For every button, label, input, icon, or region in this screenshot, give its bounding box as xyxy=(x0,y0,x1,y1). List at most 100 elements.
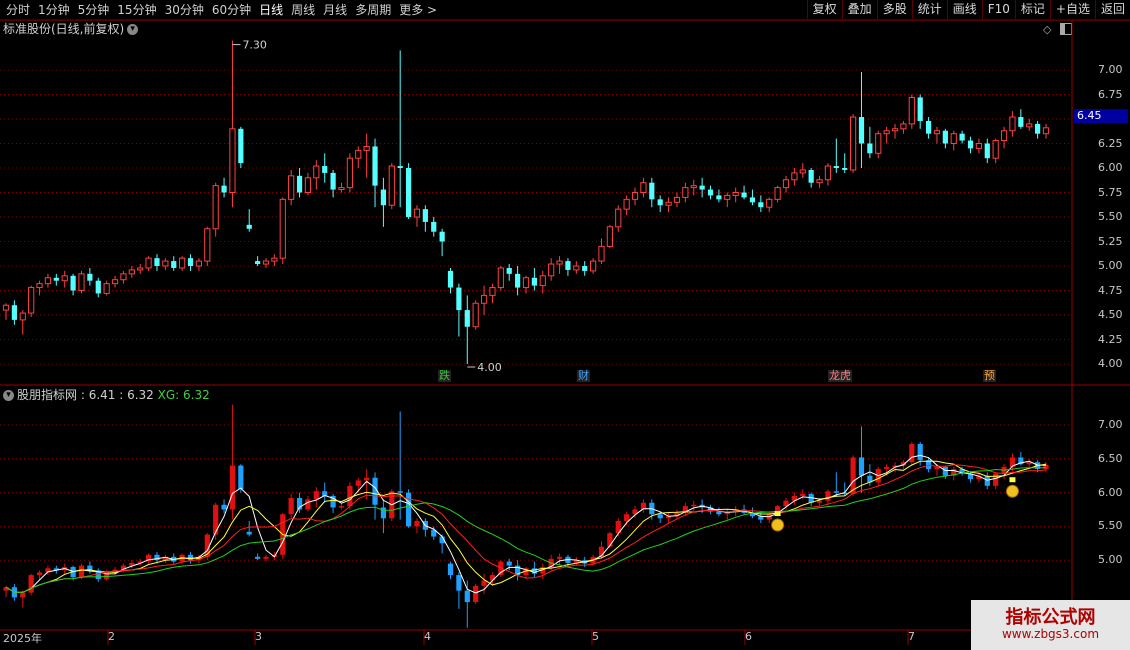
watermark-url: www.zbgs3.com xyxy=(1001,627,1100,641)
ind-candle-body xyxy=(691,504,697,507)
site-watermark: 指标公式网 www.zbgs3.com xyxy=(971,600,1130,650)
main-candle-body xyxy=(380,189,387,206)
x-axis-label: 6 xyxy=(745,630,752,643)
main-candle-body xyxy=(2,304,10,311)
main-candle-body xyxy=(53,277,59,281)
x-axis-label: 3 xyxy=(255,630,262,643)
main-candle-body xyxy=(925,120,932,134)
main-candle-body xyxy=(229,128,236,194)
main-candle-body xyxy=(791,172,798,181)
main-candle-body xyxy=(137,267,144,271)
main-candle-body xyxy=(171,261,177,268)
main-candle-body xyxy=(431,221,437,232)
main-candle-body xyxy=(1009,116,1016,132)
main-candle-body xyxy=(665,201,672,206)
y-tick-label: 7.00 xyxy=(1098,418,1123,431)
main-candle-body xyxy=(908,96,915,125)
ind-candle-body xyxy=(221,504,227,510)
main-candle-body xyxy=(111,279,119,285)
ind-candle-body xyxy=(347,485,353,507)
event-marker[interactable]: 财 xyxy=(577,370,590,382)
money-bag-icon xyxy=(1005,484,1019,498)
main-candle-body xyxy=(338,187,345,191)
ind-candle-body xyxy=(355,480,361,486)
main-candle-body xyxy=(673,196,681,203)
main-candle-body xyxy=(682,187,689,198)
main-candle-body xyxy=(87,273,93,281)
main-candle-body xyxy=(556,260,563,265)
main-candle-body xyxy=(61,275,68,282)
main-candle-body xyxy=(78,273,85,291)
main-candle-body xyxy=(623,198,630,210)
ind-candle-body xyxy=(414,520,420,527)
main-candle-body xyxy=(447,270,454,288)
ind-candle-body xyxy=(238,465,244,490)
main-candle-body xyxy=(405,168,412,217)
main-candle-body xyxy=(1042,127,1050,135)
x-axis-label: 7 xyxy=(908,630,915,643)
main-candle-body xyxy=(255,261,261,265)
main-candle-body xyxy=(992,140,999,159)
ind-candle-body xyxy=(364,477,370,481)
kline-chart[interactable]: 7.30 4.00 xyxy=(0,0,1130,650)
main-candle-body xyxy=(313,165,320,179)
main-candle-body xyxy=(606,226,613,247)
main-candle-body xyxy=(883,130,890,135)
main-candle-body xyxy=(70,275,76,291)
main-candle-body xyxy=(397,166,403,168)
main-candle-body xyxy=(967,140,974,149)
ind-candle-body xyxy=(305,499,311,510)
main-candle-body xyxy=(44,277,52,285)
main-candle-body xyxy=(565,261,571,270)
ind-candle-body xyxy=(456,575,462,591)
main-candle-body xyxy=(439,231,445,242)
main-candle-body xyxy=(657,199,663,206)
ind-candle-body xyxy=(607,533,613,547)
main-candle-body xyxy=(363,145,370,151)
ind-candle-body xyxy=(858,457,865,476)
main-candle-body xyxy=(959,133,965,141)
main-candle-body xyxy=(154,258,160,266)
ind-candle-body xyxy=(624,514,630,521)
ind-candle-body xyxy=(800,493,806,496)
main-candle-body xyxy=(372,146,378,186)
signal-marker xyxy=(1009,477,1016,483)
ind-candle-body xyxy=(255,556,261,559)
main-candle-body xyxy=(355,149,362,159)
main-candle-body xyxy=(212,185,219,230)
ind-candle-body xyxy=(187,554,194,561)
ind-candle-body xyxy=(246,531,252,535)
main-candle-body xyxy=(36,283,43,289)
main-candle-body xyxy=(774,187,781,200)
main-candle-body xyxy=(917,97,923,121)
main-candle-body xyxy=(849,116,857,171)
money-bag-icon xyxy=(771,518,785,532)
main-candle-body xyxy=(640,182,647,193)
ind-candle-body xyxy=(917,443,923,461)
main-candle-body xyxy=(145,257,152,269)
event-marker[interactable]: 龙虎 xyxy=(828,370,852,382)
main-candle-body xyxy=(749,197,756,203)
ind-candle-body xyxy=(78,565,85,578)
event-marker[interactable]: 预 xyxy=(983,370,996,382)
main-candle-body xyxy=(330,172,336,190)
main-candle-body xyxy=(716,195,722,200)
main-candle-body xyxy=(582,266,588,271)
main-candle-body xyxy=(28,287,35,314)
ind-candle-body xyxy=(993,473,999,486)
ind-candle-body xyxy=(489,575,496,581)
ind-candle-body xyxy=(825,491,831,501)
event-marker[interactable]: 跌 xyxy=(438,370,451,382)
main-candle-body xyxy=(422,209,428,222)
ind-candle-body xyxy=(397,491,403,493)
main-candle-body xyxy=(942,130,948,144)
main-candle-body xyxy=(615,208,622,228)
main-candle-body xyxy=(758,202,764,208)
x-axis-label: 2 xyxy=(108,630,115,643)
main-candle-body xyxy=(1026,123,1033,128)
main-candle-body xyxy=(221,185,227,193)
watermark-title: 指标公式网 xyxy=(1005,607,1096,628)
main-candle-body xyxy=(707,189,714,196)
ind-candle-body xyxy=(833,491,839,493)
ind-candle-body xyxy=(716,511,722,515)
